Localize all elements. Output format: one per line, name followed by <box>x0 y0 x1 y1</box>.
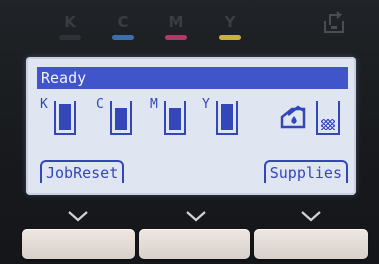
status-text: Ready <box>41 69 87 87</box>
chevron-down-icon <box>68 211 88 222</box>
waste-tank-icon <box>316 101 340 135</box>
center-function-button[interactable] <box>139 229 250 259</box>
ink-indicator-k: K <box>55 14 85 40</box>
ink-letter: C <box>117 13 129 31</box>
ink-level-fill <box>115 107 127 130</box>
ink-tank-icon <box>54 101 76 135</box>
ink-tank-icon <box>110 101 132 135</box>
ink-letter: K <box>64 13 76 31</box>
ink-indicator-y: Y <box>215 14 245 40</box>
ink-lamp <box>165 35 187 40</box>
ink-letter: M <box>168 13 184 31</box>
cartridge-k: K <box>40 98 80 136</box>
cartridge-label: C <box>96 97 104 112</box>
cartridge-label: K <box>40 97 48 112</box>
cartridge-label: M <box>150 97 158 112</box>
left-function-button[interactable] <box>22 229 135 259</box>
ink-indicator-m: M <box>161 14 191 40</box>
cartridge-m: M <box>150 98 190 136</box>
cartridge-c: C <box>96 98 136 136</box>
cartridge-y: Y <box>202 98 242 136</box>
softkey-jobreset[interactable]: JobReset <box>40 160 125 183</box>
control-panel: K C M Y Ready K C M Y JobReset Supplies <box>0 0 379 264</box>
paper-tray-icon <box>324 11 344 33</box>
lcd-screen: Ready K C M Y JobReset Supplies <box>26 57 356 195</box>
cartridge-label: Y <box>202 97 210 112</box>
chevron-down-icon <box>301 211 321 222</box>
ink-lamp <box>219 35 241 40</box>
status-bar: Ready <box>37 67 348 89</box>
ink-tank-icon <box>216 101 238 135</box>
ink-lamp <box>59 35 81 40</box>
maintenance-box <box>280 101 344 139</box>
waste-level-fill <box>321 118 335 130</box>
softkey-supplies[interactable]: Supplies <box>263 160 348 183</box>
ink-lamp <box>112 35 134 40</box>
chevron-down-icon <box>186 211 206 222</box>
right-function-button[interactable] <box>254 229 368 259</box>
ink-level-fill <box>221 104 233 130</box>
ink-tank-icon <box>164 101 186 135</box>
ink-indicator-c: C <box>108 14 138 40</box>
ink-letter: Y <box>224 13 236 31</box>
ink-level-fill <box>169 107 181 130</box>
maintenance-box-icon <box>280 105 306 129</box>
ink-level-fill <box>59 104 71 130</box>
